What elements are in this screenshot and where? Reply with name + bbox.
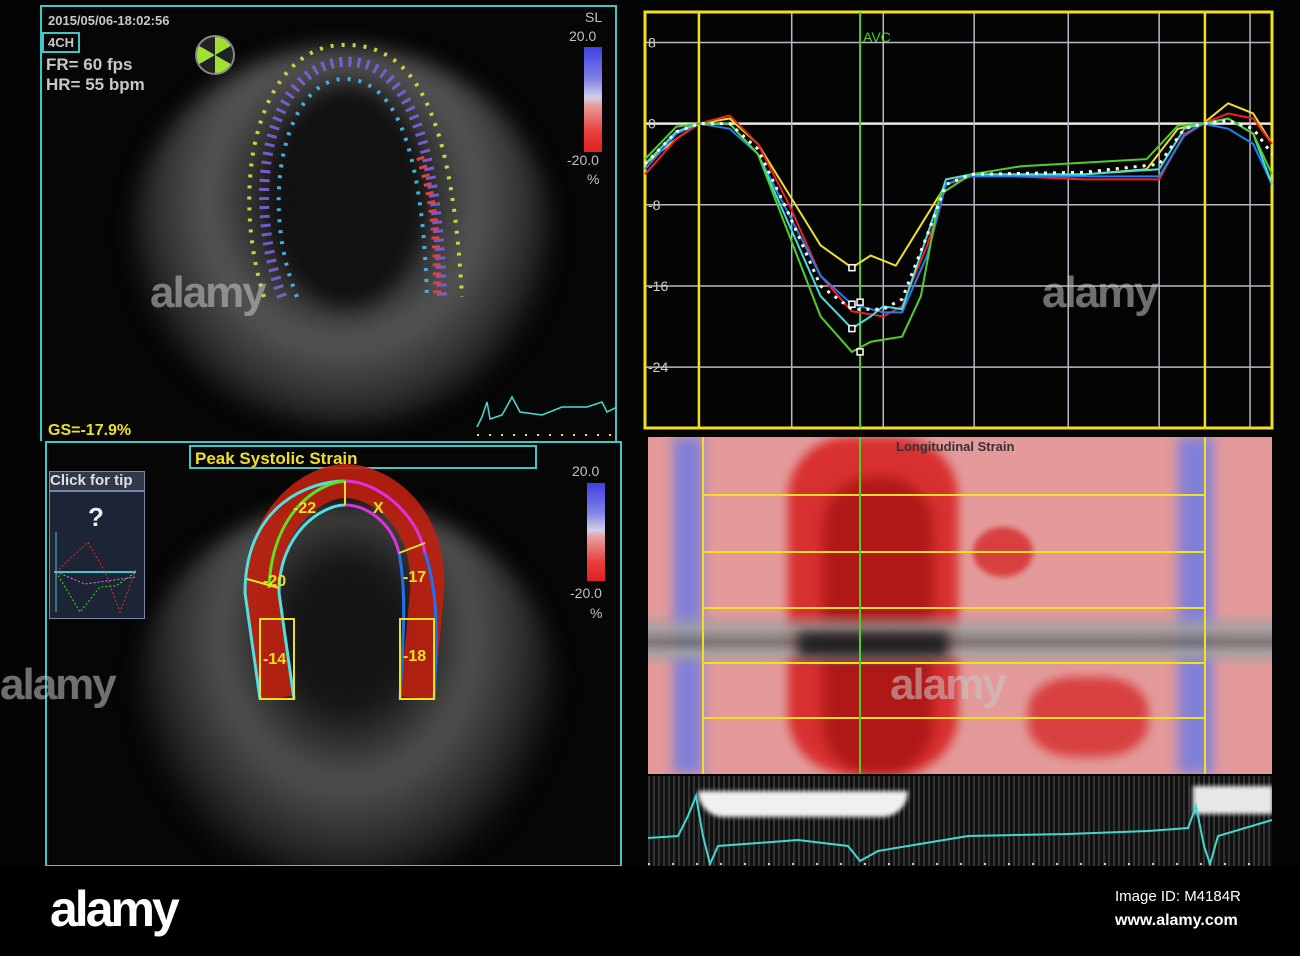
y-tick-label: 0 xyxy=(648,116,656,132)
ecg-trace xyxy=(648,792,1272,866)
scale-max: 20.0 xyxy=(572,463,600,479)
avc-label: AVC xyxy=(863,29,891,45)
watermark-logo: alamy xyxy=(890,660,1007,709)
watermark-logo: alamy xyxy=(1042,268,1159,317)
footer-logo: alamy xyxy=(50,881,180,937)
mmode-ecg-strip xyxy=(648,776,1272,866)
strain-map-title: Longitudinal Strain xyxy=(896,439,1015,454)
strain-curves-chart: 8 0 -8 -16 -24 AVC xyxy=(643,10,1274,430)
scale-unit: % xyxy=(590,605,603,621)
segment-overlay xyxy=(243,463,445,701)
site-url: www.alamy.com xyxy=(1115,912,1238,929)
y-tick-label: 8 xyxy=(648,34,656,50)
peak-marker-yellow xyxy=(848,263,856,272)
segment-basal-lateral: -18 xyxy=(403,648,427,665)
strain-color-scale xyxy=(587,483,605,581)
bullseye-segment-panel: Click for tip ? Peak Systolic Strain -22… xyxy=(45,441,622,867)
peak-marker-cyan xyxy=(848,324,856,333)
segment-apical-lateral: X xyxy=(373,500,384,517)
peak-marker-green xyxy=(856,348,864,356)
segment-basal-septal: -14 xyxy=(263,651,287,668)
plot-area xyxy=(645,12,1272,428)
peak-marker-average xyxy=(856,298,864,306)
y-tick-label: -24 xyxy=(648,359,668,375)
y-tick-label: -16 xyxy=(648,278,668,294)
y-tick-label: -8 xyxy=(648,197,661,213)
image-id: Image ID: M4184R xyxy=(1115,888,1241,905)
watermark-logo: alamy xyxy=(0,660,117,709)
segment-mid-lateral: -17 xyxy=(403,569,427,586)
longitudinal-strain-map: Longitudinal Strain xyxy=(648,437,1272,774)
segment-mid-septal: -20 xyxy=(263,573,287,590)
watermark-logo: alamy xyxy=(150,268,267,317)
scale-min: -20.0 xyxy=(570,585,602,601)
segment-apical-septal: -22 xyxy=(293,500,317,517)
footer-bar: alamy Image ID: M4184R www.alamy.com xyxy=(0,866,1300,956)
